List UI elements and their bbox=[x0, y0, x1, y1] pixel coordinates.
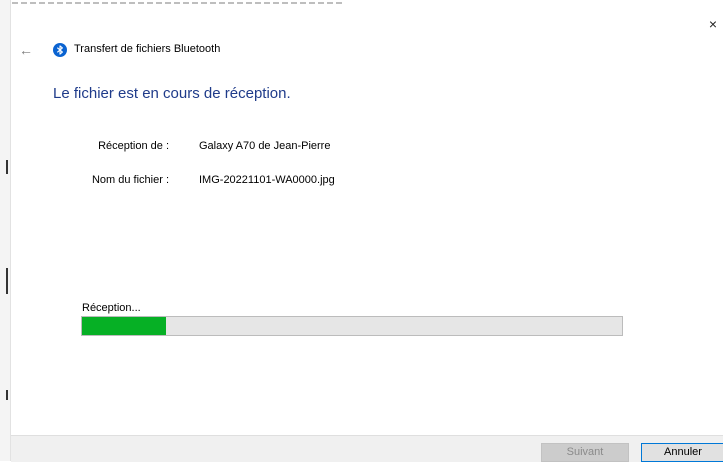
filename-value: IMG-20221101-WA0000.jpg bbox=[199, 174, 335, 186]
background-text-fragment bbox=[6, 160, 8, 174]
bluetooth-transfer-dialog: × ← Transfert de fichiers Bluetooth Le f… bbox=[11, 10, 723, 462]
filename-label: Nom du fichier : bbox=[91, 174, 169, 186]
bluetooth-icon bbox=[53, 43, 67, 57]
close-icon[interactable]: × bbox=[705, 16, 721, 32]
next-button[interactable]: Suivant bbox=[541, 443, 629, 462]
page-title: Le fichier est en cours de réception. bbox=[53, 85, 291, 102]
progress-fill bbox=[82, 317, 166, 335]
background-text-fragment bbox=[6, 390, 8, 400]
cancel-button[interactable]: Annuler bbox=[641, 443, 723, 462]
progress-bar bbox=[81, 316, 623, 336]
background-text-fragment bbox=[6, 268, 8, 294]
background-window-edge bbox=[0, 0, 11, 461]
background-window-title bbox=[12, 0, 342, 8]
back-arrow-icon[interactable]: ← bbox=[19, 43, 35, 57]
progress-label: Réception... bbox=[82, 302, 141, 314]
from-label: Réception de : bbox=[98, 140, 169, 152]
from-value: Galaxy A70 de Jean-Pierre bbox=[199, 140, 331, 152]
window-title: Transfert de fichiers Bluetooth bbox=[74, 43, 221, 55]
dialog-footer: Suivant Annuler bbox=[11, 435, 723, 462]
